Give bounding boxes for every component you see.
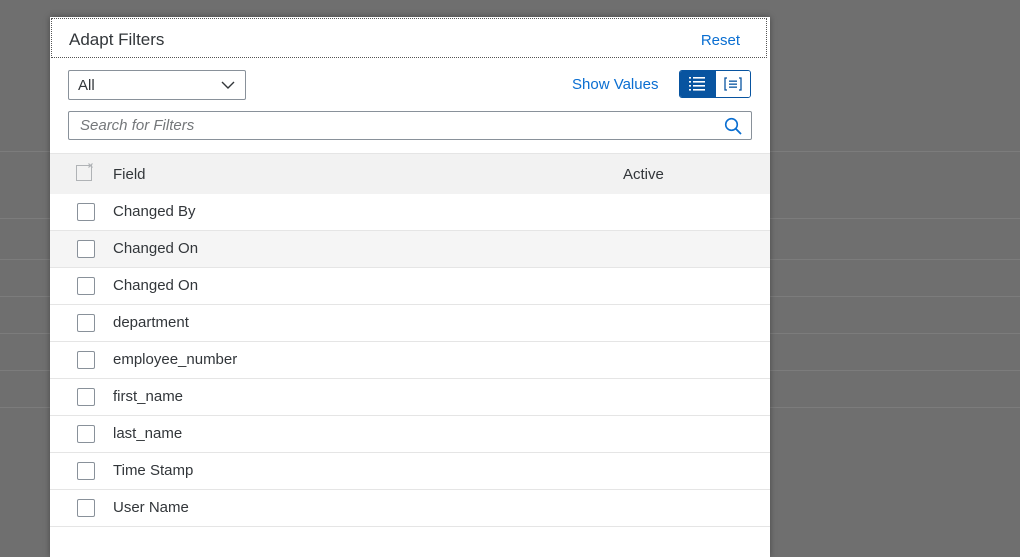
view-toggle (679, 70, 751, 98)
filter-list: Changed By Changed On Changed On departm… (50, 194, 770, 527)
row-label: Changed On (113, 277, 199, 294)
row-label: Changed On (113, 240, 199, 257)
search-placeholder: Search for Filters (80, 117, 195, 134)
adapt-filters-dialog: Adapt Filters Reset All Show Values Sear… (50, 17, 770, 557)
search-filters-field[interactable]: Search for Filters (68, 111, 752, 140)
table-row[interactable]: first_name (50, 379, 770, 416)
list-icon (689, 77, 706, 91)
row-label: last_name (113, 425, 183, 442)
list-view-button[interactable] (680, 71, 715, 97)
table-row[interactable]: User Name (50, 490, 770, 527)
grouped-view-icon (724, 77, 742, 91)
group-view-button[interactable] (714, 71, 750, 97)
row-checkbox[interactable] (77, 425, 95, 443)
table-header: Field Active (50, 153, 770, 195)
row-checkbox[interactable] (77, 277, 95, 295)
row-checkbox[interactable] (77, 240, 95, 258)
dialog-header: Adapt Filters Reset (51, 18, 767, 58)
table-row[interactable]: department (50, 305, 770, 342)
table-row[interactable]: last_name (50, 416, 770, 453)
row-checkbox[interactable] (77, 203, 95, 221)
column-header-field: Field (113, 166, 146, 183)
row-label: User Name (113, 499, 189, 516)
row-checkbox[interactable] (77, 462, 95, 480)
row-label: department (113, 314, 189, 331)
filter-scope-select[interactable]: All (68, 70, 246, 100)
row-checkbox[interactable] (77, 499, 95, 517)
clear-selection-icon[interactable] (76, 163, 94, 181)
row-checkbox[interactable] (77, 314, 95, 332)
dialog-title: Adapt Filters (69, 30, 165, 49)
table-row[interactable]: Changed By (50, 194, 770, 231)
filter-scope-value: All (78, 77, 95, 94)
table-row[interactable]: employee_number (50, 342, 770, 379)
search-icon[interactable] (724, 117, 742, 135)
row-checkbox[interactable] (77, 351, 95, 369)
column-header-active: Active (623, 166, 664, 183)
chevron-down-icon (221, 81, 235, 89)
show-values-button[interactable]: Show Values (572, 76, 658, 93)
row-label: employee_number (113, 351, 238, 368)
row-label: first_name (113, 388, 184, 405)
table-row[interactable]: Changed On (50, 231, 770, 268)
table-row[interactable]: Changed On (50, 268, 770, 305)
row-checkbox[interactable] (77, 388, 95, 406)
reset-button[interactable]: Reset (701, 32, 740, 49)
row-label: Time Stamp (113, 462, 194, 479)
table-row[interactable]: Time Stamp (50, 453, 770, 490)
row-label: Changed By (113, 203, 196, 220)
